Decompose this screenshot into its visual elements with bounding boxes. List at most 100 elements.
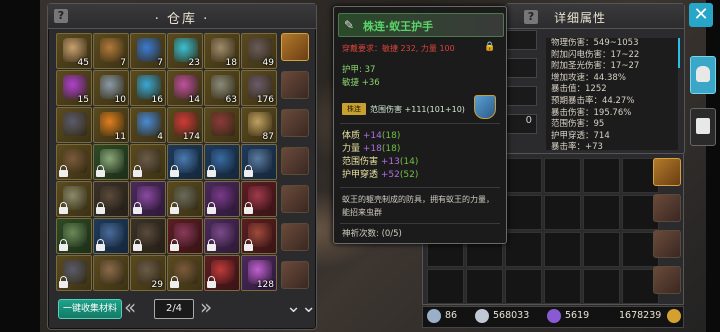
- inventory-tab-1[interactable]: [653, 158, 681, 186]
- item-agility: 敏捷 +36: [342, 78, 380, 88]
- warehouse-slot[interactable]: 16: [130, 70, 166, 106]
- attribute-row: 暴击值：1252: [551, 84, 607, 95]
- divider: [340, 123, 500, 124]
- collect-materials-button[interactable]: 一键收集材料: [58, 299, 122, 319]
- details-help-icon[interactable]: ?: [524, 10, 538, 24]
- warehouse-slot[interactable]: [93, 144, 129, 180]
- inventory-tab-2[interactable]: [653, 194, 681, 222]
- details-attribute-list[interactable]: 物理伤害：549~1053 附加闪电伤害：17~22 附加圣光伤害：17~27 增加攻…: [546, 38, 678, 150]
- inventory-slot[interactable]: [427, 269, 464, 304]
- warehouse-slot[interactable]: [56, 255, 92, 291]
- attribute-row: 增加攻速：44.38%: [551, 72, 626, 83]
- warehouse-slot[interactable]: 14: [167, 70, 203, 106]
- warehouse-tab-2[interactable]: [281, 71, 309, 99]
- item-count: 15: [77, 95, 89, 105]
- warehouse-slot[interactable]: 11: [93, 107, 129, 143]
- warehouse-slot[interactable]: [130, 218, 166, 254]
- inventory-slot[interactable]: [544, 195, 581, 230]
- warehouse-tab-7[interactable]: [281, 261, 309, 289]
- warehouse-slot[interactable]: [167, 181, 203, 217]
- item-count: 11: [114, 132, 126, 142]
- inventory-tab-4[interactable]: [653, 266, 681, 294]
- page-prev-button[interactable]: «: [124, 296, 136, 318]
- warehouse-slot[interactable]: [167, 218, 203, 254]
- character-slot-value: 0: [525, 115, 532, 126]
- warehouse-slot[interactable]: 7: [130, 33, 166, 69]
- collapse-chevron-icon[interactable]: ⌄⌄: [286, 298, 316, 316]
- inventory-slot[interactable]: [583, 269, 620, 304]
- warehouse-slot[interactable]: 15: [56, 70, 92, 106]
- gold-coin-icon: [667, 309, 681, 323]
- warehouse-slot[interactable]: [204, 181, 240, 217]
- warehouse-slot[interactable]: 18: [204, 33, 240, 69]
- page-next-button[interactable]: »: [200, 296, 212, 318]
- attribute-row: 暴击伤害：195.76%: [551, 107, 632, 118]
- warehouse-slot[interactable]: 128: [241, 255, 277, 291]
- inventory-slot[interactable]: [505, 269, 542, 304]
- lock-icon: [244, 165, 253, 177]
- warehouse-slot[interactable]: [56, 144, 92, 180]
- item-tooltip: ✎ 株连·蚁王护手 穿戴要求：敏捷 232, 力量 100 🔒 护甲: 37 敏…: [333, 6, 507, 244]
- character-slot: [505, 86, 537, 106]
- warehouse-slot[interactable]: [56, 218, 92, 254]
- warehouse-slot[interactable]: [241, 181, 277, 217]
- warehouse-slot[interactable]: 45: [56, 33, 92, 69]
- item-count: 23: [188, 58, 200, 68]
- item-count: 7: [157, 58, 163, 68]
- warehouse-tab-3[interactable]: [281, 109, 309, 137]
- warehouse-slot[interactable]: 29: [130, 255, 166, 291]
- inventory-slot[interactable]: [505, 232, 542, 267]
- warehouse-slot[interactable]: [204, 218, 240, 254]
- details-scrollbar[interactable]: [678, 38, 680, 68]
- item-count: 18: [225, 58, 237, 68]
- inventory-tab-3[interactable]: [653, 230, 681, 258]
- warehouse-slot[interactable]: [241, 218, 277, 254]
- warehouse-slot[interactable]: [167, 255, 203, 291]
- warehouse-slot[interactable]: [93, 218, 129, 254]
- warehouse-slot[interactable]: 10: [93, 70, 129, 106]
- close-button[interactable]: ✕: [689, 3, 713, 27]
- details-title: 详细属性: [554, 11, 607, 25]
- warehouse-slot[interactable]: 174: [167, 107, 203, 143]
- warehouse-slot[interactable]: 49: [241, 33, 277, 69]
- warehouse-tab-1[interactable]: [281, 33, 309, 61]
- warehouse-slot[interactable]: [204, 255, 240, 291]
- lock-icon: [133, 202, 142, 214]
- inventory-slot[interactable]: [544, 158, 581, 193]
- warehouse-slot[interactable]: 7: [93, 33, 129, 69]
- warehouse-tab-6[interactable]: [281, 223, 309, 251]
- warehouse-slot[interactable]: [167, 144, 203, 180]
- inventory-slot[interactable]: [466, 269, 503, 304]
- lock-icon: [96, 202, 105, 214]
- inventory-slot[interactable]: [583, 232, 620, 267]
- inventory-slot[interactable]: [583, 195, 620, 230]
- warehouse-slot[interactable]: [130, 181, 166, 217]
- helmet-tab-button[interactable]: [690, 56, 716, 94]
- warehouse-slot[interactable]: 63: [204, 70, 240, 106]
- warehouse-slot[interactable]: 23: [167, 33, 203, 69]
- warehouse-slot[interactable]: [93, 181, 129, 217]
- warehouse-slot[interactable]: [56, 181, 92, 217]
- warehouse-slot[interactable]: 176: [241, 70, 277, 106]
- warehouse-slot[interactable]: 4: [130, 107, 166, 143]
- warehouse-slot[interactable]: [204, 107, 240, 143]
- inventory-slot[interactable]: [544, 269, 581, 304]
- inventory-slot[interactable]: [505, 195, 542, 230]
- lock-icon: [59, 202, 68, 214]
- warehouse-tab-5[interactable]: [281, 185, 309, 213]
- warehouse-slot[interactable]: [56, 107, 92, 143]
- warehouse-slot[interactable]: [130, 144, 166, 180]
- warehouse-slot[interactable]: [204, 144, 240, 180]
- warehouse-tab-4[interactable]: [281, 147, 309, 175]
- inventory-slot[interactable]: [505, 158, 542, 193]
- inventory-slot[interactable]: [544, 232, 581, 267]
- lock-icon[interactable]: 🔒: [484, 42, 495, 52]
- inventory-slot[interactable]: [583, 158, 620, 193]
- gloves-icon: [696, 118, 710, 134]
- item-count: 4: [157, 132, 163, 142]
- warehouse-slot[interactable]: 87: [241, 107, 277, 143]
- gloves-tab-button[interactable]: [690, 108, 716, 146]
- warehouse-slot[interactable]: [241, 144, 277, 180]
- warehouse-slot[interactable]: [93, 255, 129, 291]
- item-count: 176: [256, 95, 274, 105]
